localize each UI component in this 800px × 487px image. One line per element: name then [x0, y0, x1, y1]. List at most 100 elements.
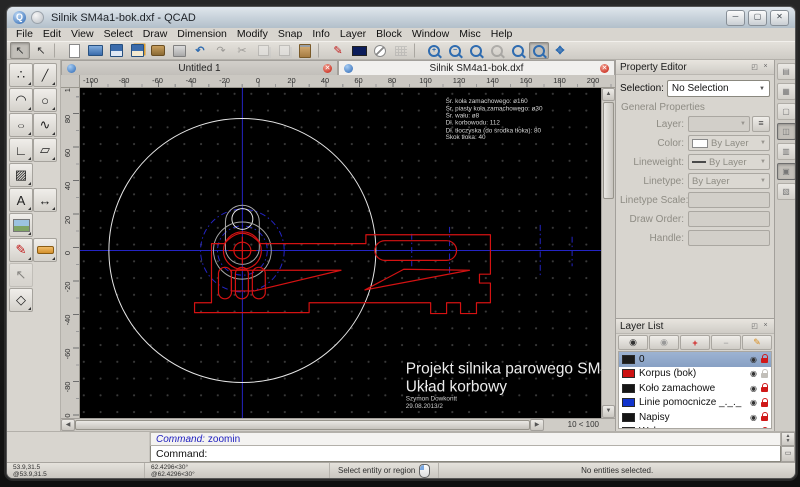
scroll-right-icon[interactable]: ▶ — [530, 419, 544, 431]
arc-tool[interactable]: ◠ — [9, 88, 33, 112]
add-layer-button[interactable]: + — [680, 335, 710, 350]
lock-icon[interactable] — [761, 358, 768, 363]
shape-tool[interactable]: ▱ — [33, 138, 57, 162]
show-all-layers-button[interactable]: ◉ — [618, 335, 648, 350]
grid-toggle-button[interactable] — [391, 42, 411, 59]
zoom-1-1-button[interactable] — [487, 42, 507, 59]
pan-button[interactable]: ✥ — [550, 42, 570, 59]
save-button[interactable] — [106, 42, 126, 59]
menu-item[interactable]: Draw — [138, 28, 173, 41]
toolbar-button[interactable] — [54, 43, 61, 58]
menu-item[interactable]: Select — [99, 28, 138, 41]
eye-icon[interactable]: ◉ — [750, 369, 757, 378]
layer-row-linie[interactable]: Linie pomocnicze _._._ ◉ — [619, 396, 771, 411]
copy-ref-button[interactable] — [274, 42, 294, 59]
dock-toggle-3[interactable]: ▢ — [777, 103, 796, 120]
deselect-all-tool[interactable]: ↖ — [9, 263, 33, 287]
zoom-in-button[interactable]: + — [424, 42, 444, 59]
dock-toggle-4[interactable]: ◫ — [777, 123, 796, 140]
text-tool[interactable]: A — [9, 188, 33, 212]
new-file-button[interactable] — [64, 42, 84, 59]
lineweight-button[interactable] — [33, 238, 57, 262]
vertical-scroll-thumb[interactable] — [603, 102, 614, 199]
save-as-button[interactable] — [127, 42, 147, 59]
modify-tool[interactable]: ✎ — [9, 238, 33, 262]
lock-icon[interactable] — [761, 402, 768, 407]
lock-icon[interactable] — [761, 387, 768, 392]
menu-item[interactable]: View — [66, 28, 99, 41]
tab-silnik[interactable]: Silnik SM4a1-bok.dxf ✕ — [338, 60, 615, 75]
paste-button[interactable] — [295, 42, 315, 59]
float-panel-icon[interactable]: ◰ — [750, 322, 759, 330]
property-painter-button[interactable]: ✎ — [328, 42, 348, 59]
dimension-tool[interactable]: ↔ — [33, 188, 57, 212]
eye-icon[interactable]: ◉ — [750, 398, 757, 407]
undo-button[interactable]: ↶ — [190, 42, 210, 59]
menu-item[interactable]: Window — [407, 28, 454, 41]
menu-item[interactable]: Snap — [273, 28, 308, 41]
selection-combo[interactable]: No Selection ▼ — [667, 80, 770, 97]
dock-toggle-6[interactable]: ▣ — [777, 163, 796, 180]
scroll-up-icon[interactable]: ▲ — [602, 88, 615, 101]
remove-layer-button[interactable]: − — [711, 335, 741, 350]
vertical-scrollbar[interactable]: ▲ ▼ — [601, 88, 615, 418]
cut-button[interactable]: ✂ — [232, 42, 252, 59]
menu-item[interactable]: Info — [307, 28, 335, 41]
layer-menu-button[interactable]: ≡ — [752, 116, 770, 132]
close-panel-icon[interactable]: × — [761, 63, 770, 71]
menu-item[interactable]: Help — [486, 28, 518, 41]
no-color-button[interactable] — [370, 42, 390, 59]
spline-tool[interactable]: ∿ — [33, 113, 57, 137]
polyline-tool[interactable]: ∟ — [9, 138, 33, 162]
auto-zoom-button[interactable] — [466, 42, 486, 59]
drawing-canvas[interactable]: Śr. koła zamachowego: ø160 Śr. piasty ko… — [80, 88, 601, 418]
dock-toggle-7[interactable]: ▧ — [777, 183, 796, 200]
eye-icon[interactable]: ◉ — [750, 413, 757, 422]
lock-icon[interactable] — [761, 373, 768, 378]
copy-button[interactable] — [253, 42, 273, 59]
close-tab-icon[interactable]: ✕ — [600, 64, 609, 73]
eye-icon[interactable]: ◉ — [750, 384, 757, 393]
menu-item[interactable]: Layer — [335, 28, 371, 41]
point-tool[interactable]: ∴ — [9, 63, 33, 87]
hide-all-layers-button[interactable]: ◉ — [649, 335, 679, 350]
minimize-button[interactable]: ─ — [726, 10, 745, 26]
menu-item[interactable]: File — [11, 28, 38, 41]
scroll-left-icon[interactable]: ◀ — [61, 419, 75, 431]
solid-tool[interactable]: ◇ — [9, 288, 33, 312]
pointer-deselect-button[interactable]: ↖ — [31, 42, 51, 59]
command-options-button[interactable]: ▭ — [781, 446, 795, 462]
image-tool[interactable] — [9, 213, 33, 237]
toolbar-button[interactable] — [318, 43, 325, 58]
close-tab-icon[interactable]: ✕ — [323, 64, 332, 73]
lock-icon[interactable] — [761, 416, 768, 421]
redo-button[interactable]: ↷ — [211, 42, 231, 59]
close-button[interactable]: ✕ — [770, 10, 789, 26]
layer-row-korpus[interactable]: Korpus (bok) ◉ — [619, 367, 771, 382]
menu-item[interactable]: Block — [371, 28, 407, 41]
circle-tool[interactable]: ○ — [33, 88, 57, 112]
hatch-tool[interactable]: ▨ — [9, 163, 33, 187]
close-panel-icon[interactable]: × — [761, 322, 770, 330]
float-panel-icon[interactable]: ◰ — [750, 63, 759, 71]
layer-row-wal[interactable]: Wał ◉ — [619, 425, 771, 430]
eye-icon[interactable]: ◉ — [750, 355, 757, 364]
toolbar-button[interactable] — [414, 43, 421, 58]
edit-layer-button[interactable]: ✎ — [742, 335, 772, 350]
pointer-select-button[interactable]: ↖ — [10, 42, 30, 59]
layer-row-napisy[interactable]: Napisy ◉ — [619, 410, 771, 425]
dock-toggle-5[interactable]: ▥ — [777, 143, 796, 160]
menu-item[interactable]: Dimension — [172, 28, 232, 41]
menu-item[interactable]: Modify — [232, 28, 273, 41]
eye-icon[interactable]: ◉ — [750, 427, 757, 429]
print-button[interactable] — [148, 42, 168, 59]
command-input[interactable]: Command: — [150, 446, 781, 462]
maximize-button[interactable]: ▢ — [748, 10, 767, 26]
open-file-button[interactable] — [85, 42, 105, 59]
zoom-previous-button[interactable] — [508, 42, 528, 59]
dock-toggle-2[interactable]: ▦ — [777, 83, 796, 100]
menu-item[interactable]: Edit — [38, 28, 66, 41]
menu-item[interactable]: Misc — [454, 28, 486, 41]
ellipse-tool[interactable]: ○ — [9, 113, 33, 137]
zoom-out-button[interactable]: − — [445, 42, 465, 59]
